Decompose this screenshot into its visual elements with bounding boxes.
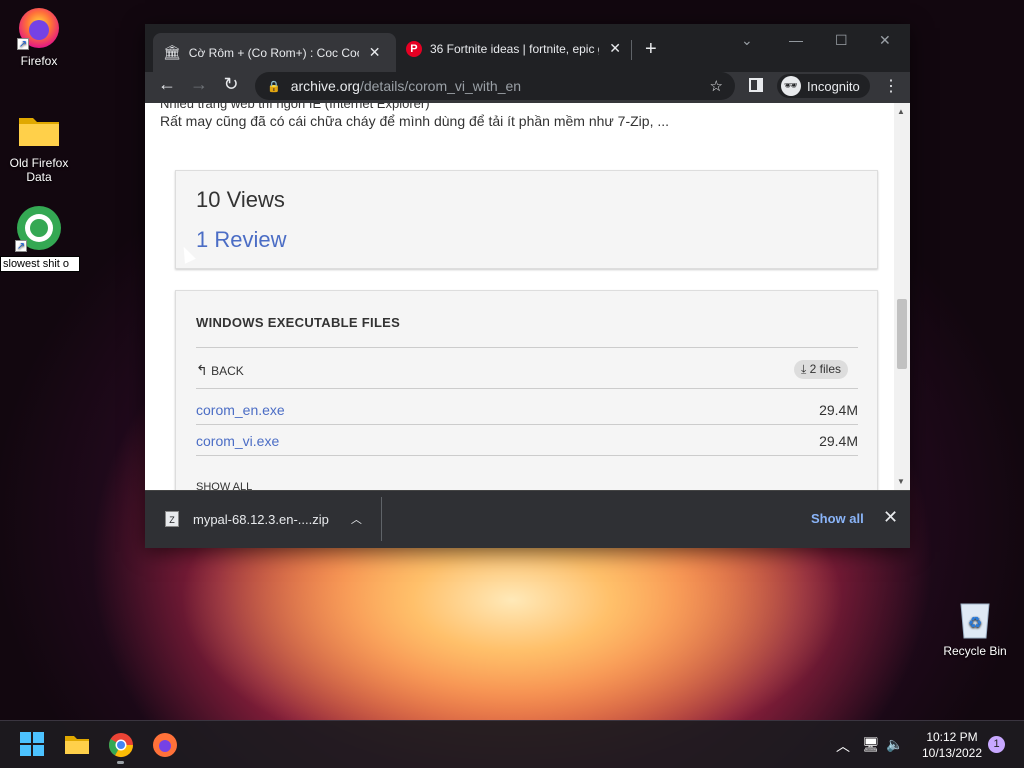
desktop-icon-label: Old Firefox Data: [9, 156, 69, 184]
file-link[interactable]: corom_en.exe: [196, 402, 285, 418]
files-heading: WINDOWS EXECUTABLE FILES: [196, 315, 401, 330]
bookmark-star-icon[interactable]: ☆: [710, 77, 723, 95]
description-text: Rất may cũng đã có cái chữa cháy để mình…: [160, 113, 670, 129]
close-tab-icon[interactable]: ✕: [609, 40, 621, 57]
incognito-badge[interactable]: 🕶 Incognito: [777, 74, 870, 98]
firefox-taskbar-icon[interactable]: [151, 731, 179, 759]
page-content: Nhiều trang web thì ngon IE (Internet Ex…: [145, 103, 894, 490]
clock-time: 10:12 PM: [926, 730, 978, 744]
download-filename: mypal-68.12.3.en-....zip: [193, 511, 329, 527]
show-all-link[interactable]: SHOW ALL: [196, 481, 252, 490]
clock-date: 10/13/2022: [921, 746, 983, 760]
back-arrow-icon: ↰: [196, 362, 208, 378]
download-item[interactable]: Z mypal-68.12.3.en-....zip ︿: [165, 511, 362, 527]
desktop-icon-recycle-bin[interactable]: ♻ Recycle Bin: [936, 596, 1014, 658]
pinterest-icon: P: [406, 40, 422, 57]
rename-input[interactable]: slowest shit o: [0, 256, 80, 272]
lock-icon: 🔒: [267, 80, 281, 93]
archive-icon: 🏛: [163, 44, 181, 60]
desktop-icon-label: Firefox: [20, 54, 58, 68]
back-arrow-icon[interactable]: ←: [151, 74, 183, 95]
close-download-shelf-icon[interactable]: ✕: [883, 507, 898, 528]
notification-badge[interactable]: 1: [988, 736, 1005, 753]
volume-icon[interactable]: 🔈: [886, 736, 903, 753]
tab-strip: 🏛 Cờ Rôm + (Co Rom+) : Coc Coc : ✕ P 36 …: [145, 24, 910, 72]
views-count: 10 Views: [196, 187, 285, 212]
maximize-icon[interactable]: ☐: [835, 32, 848, 49]
divider: [196, 455, 858, 456]
back-link[interactable]: ↰ BACK: [196, 362, 244, 379]
chrome-icon: ↗: [15, 204, 63, 252]
new-tab-icon[interactable]: +: [645, 38, 657, 61]
running-indicator: [117, 761, 124, 764]
file-link[interactable]: corom_vi.exe: [196, 433, 279, 449]
description-text-partial: Nhiều trang web thì ngon IE (Internet Ex…: [160, 103, 430, 111]
forward-arrow-icon[interactable]: →: [183, 74, 215, 95]
desktop-icon-chrome-shortcut[interactable]: ↗ slowest shit o: [0, 204, 80, 272]
download-icon: ⤓: [801, 362, 807, 376]
desktop-icon-old-firefox-data[interactable]: Old Firefox Data: [0, 108, 78, 184]
folder-icon: [17, 108, 61, 152]
recycle-bin-icon: ♻: [955, 596, 995, 640]
scroll-up-icon[interactable]: ▲: [897, 107, 905, 116]
incognito-label: Incognito: [807, 78, 860, 94]
close-tab-icon[interactable]: ✕: [369, 44, 381, 61]
tab-divider: [631, 40, 632, 60]
shortcut-arrow-icon: ↗: [17, 38, 29, 50]
file-size: 29.4M: [819, 433, 858, 449]
close-window-icon[interactable]: ✕: [879, 32, 891, 49]
tab-title: Cờ Rôm + (Co Rom+) : Coc Coc :: [188, 45, 359, 60]
minimize-icon[interactable]: —: [789, 32, 803, 48]
chevron-up-icon[interactable]: ︿: [836, 736, 850, 756]
file-count-badge[interactable]: ⤓ 2 files: [794, 360, 849, 379]
scroll-down-icon[interactable]: ▼: [897, 477, 905, 486]
desktop-icon-label: Recycle Bin: [943, 644, 1007, 658]
browser-window: 🏛 Cờ Rôm + (Co Rom+) : Coc Coc : ✕ P 36 …: [145, 24, 910, 548]
chrome-taskbar-icon[interactable]: [107, 731, 135, 764]
stats-box: 10 Views 1 Review: [175, 170, 878, 269]
incognito-icon: 🕶: [781, 76, 801, 96]
reload-icon[interactable]: ↻: [215, 74, 247, 95]
desktop-icon-firefox[interactable]: ↗ Firefox: [0, 6, 78, 68]
file-size: 29.4M: [819, 402, 858, 418]
download-options-box: WINDOWS EXECUTABLE FILES ↰ BACK ⤓ 2 file…: [175, 290, 878, 490]
svg-text:♻: ♻: [968, 613, 982, 632]
divider: [381, 497, 382, 541]
reviews-link[interactable]: 1 Review: [196, 227, 286, 253]
chevron-up-icon[interactable]: ︿: [351, 511, 362, 527]
back-label: BACK: [211, 364, 244, 378]
shortcut-arrow-icon: ↗: [15, 240, 27, 252]
divider: [196, 388, 858, 389]
network-icon[interactable]: 🖥: [862, 736, 880, 753]
file-count-label: 2 files: [809, 362, 842, 376]
toolbar: ← → ↻ 🔒 archive.org/details/corom_vi_wit…: [145, 72, 910, 103]
page-scrollbar[interactable]: ▲ ▼: [894, 103, 910, 490]
tab-corom[interactable]: 🏛 Cờ Rôm + (Co Rom+) : Coc Coc : ✕: [153, 33, 396, 72]
divider: [196, 424, 858, 425]
divider: [196, 347, 858, 348]
side-panel-icon[interactable]: [749, 78, 763, 92]
tab-search-icon[interactable]: ⌄: [741, 32, 753, 49]
tab-fortnite[interactable]: P 36 Fortnite ideas | fortnite, epic g ✕: [396, 33, 631, 64]
menu-icon[interactable]: ⋮: [883, 76, 899, 96]
url-path: /details/corom_vi_with_en: [359, 78, 522, 94]
zip-file-icon: Z: [165, 511, 179, 527]
address-bar[interactable]: 🔒 archive.org/details/corom_vi_with_en ☆: [255, 72, 735, 100]
scrollbar-thumb[interactable]: [897, 299, 907, 369]
tab-title: 36 Fortnite ideas | fortnite, epic g: [429, 41, 600, 56]
show-all-downloads-button[interactable]: Show all: [811, 511, 864, 526]
start-button-icon[interactable]: [19, 731, 47, 759]
firefox-icon: ↗: [17, 6, 61, 50]
file-explorer-icon[interactable]: [63, 731, 91, 759]
url-host: archive.org: [290, 78, 360, 94]
clock[interactable]: 10:12 PM 10/13/2022: [916, 729, 988, 761]
download-shelf: Z mypal-68.12.3.en-....zip ︿ Show all ✕: [145, 490, 910, 548]
taskbar: ︿ 🖥 🔈 10:12 PM 10/13/2022 1: [0, 720, 1024, 768]
